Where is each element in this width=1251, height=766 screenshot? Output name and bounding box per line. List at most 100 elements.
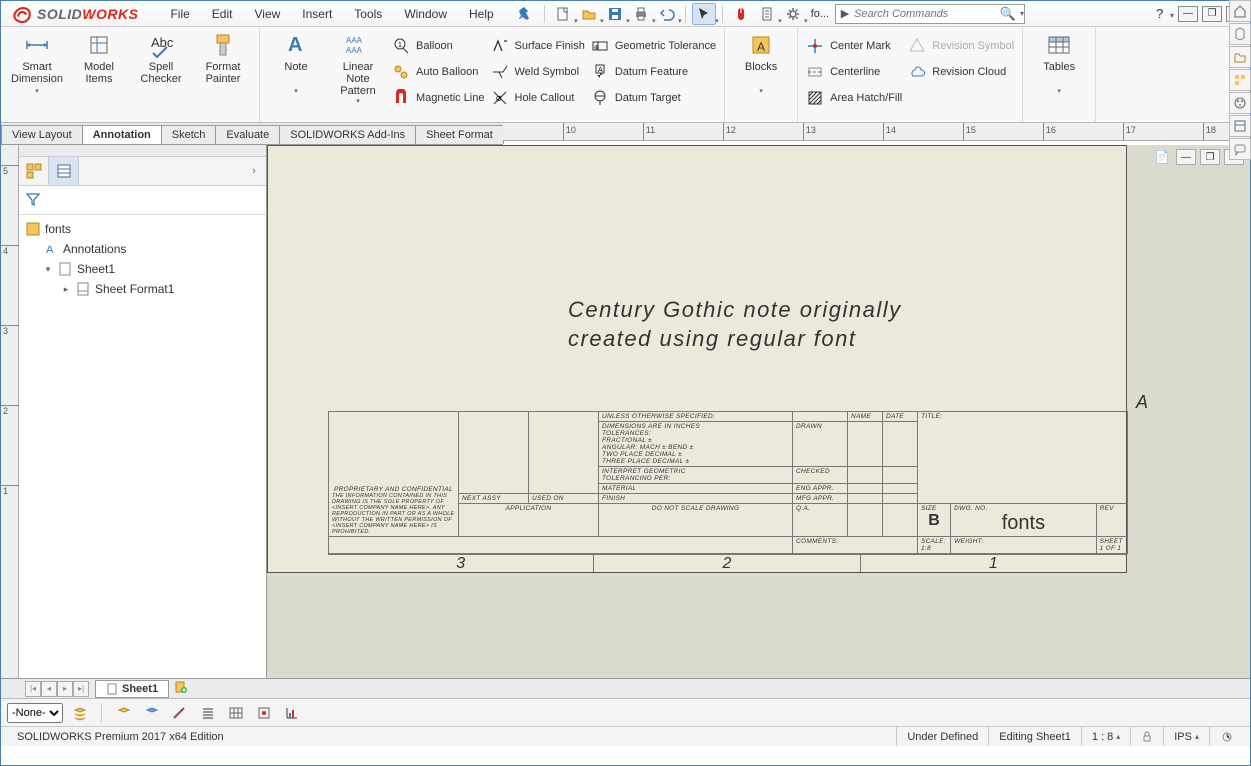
svg-text:1: 1 — [398, 42, 402, 49]
svg-text:A: A — [46, 244, 54, 256]
rebuild-button[interactable] — [755, 3, 779, 25]
svg-text:⊕: ⊕ — [594, 45, 599, 51]
sheet-nav-last[interactable]: ▸| — [73, 681, 89, 697]
line-style-icon[interactable] — [169, 702, 191, 724]
pin-icon[interactable] — [514, 3, 538, 25]
revision-cloud-button[interactable]: Revision Cloud — [908, 61, 1014, 83]
tree-root[interactable]: fonts — [25, 219, 260, 239]
format-painter-button[interactable]: Format Painter — [195, 31, 251, 96]
tab-evaluate[interactable]: Evaluate — [215, 125, 280, 144]
search-input[interactable] — [854, 8, 999, 20]
svg-text:Ø: Ø — [496, 96, 502, 103]
tree-sheet1[interactable]: ▾Sheet1 — [25, 259, 260, 279]
select-button[interactable] — [692, 3, 716, 25]
tree-sheet-format[interactable]: ▸Sheet Format1 — [25, 279, 260, 299]
menu-insert[interactable]: Insert — [292, 4, 342, 24]
dimension-icon[interactable] — [253, 702, 275, 724]
svg-text:A: A — [288, 34, 302, 56]
menu-tools[interactable]: Tools — [344, 4, 392, 24]
sidetab-property-icon[interactable] — [1229, 115, 1251, 137]
layer-props-icon[interactable] — [69, 702, 91, 724]
tree-tab-feature[interactable] — [19, 157, 49, 185]
note-button[interactable]: ANote▾ — [268, 31, 324, 113]
new-button[interactable] — [551, 3, 575, 25]
drawing-note[interactable]: Century Gothic note originally created u… — [568, 296, 902, 353]
tables-button[interactable]: Tables▾ — [1031, 31, 1087, 96]
sidetab-appearance-icon[interactable] — [1229, 92, 1251, 114]
status-zoom[interactable]: 1 : 8▴ — [1081, 727, 1130, 746]
undo-button[interactable] — [655, 3, 679, 25]
datum-feature-button[interactable]: ADatum Feature — [591, 61, 716, 83]
line-color-icon[interactable] — [113, 702, 135, 724]
area-hatch-button[interactable]: Area Hatch/Fill — [806, 87, 902, 109]
menu-window[interactable]: Window — [394, 4, 457, 24]
status-editing: Editing Sheet1 — [988, 727, 1081, 746]
line-thickness-icon[interactable] — [141, 702, 163, 724]
horizontal-ruler: 10 11 12 13 14 15 16 17 18 — [503, 123, 1250, 141]
status-rebuild-icon[interactable] — [1209, 727, 1244, 746]
geometric-tolerance-button[interactable]: ⊕Geometric Tolerance — [591, 35, 716, 57]
linear-note-pattern-button[interactable]: AAAAAALinear Note Pattern▾ — [330, 31, 386, 113]
status-lock-icon[interactable] — [1130, 727, 1163, 746]
solidworks-icon — [11, 3, 33, 25]
layer-select[interactable]: -None- — [7, 703, 63, 723]
weld-symbol-button[interactable]: Weld Symbol — [491, 61, 585, 83]
datum-target-button[interactable]: Datum Target — [591, 87, 716, 109]
tree-expand-icon[interactable]: › — [242, 157, 266, 185]
add-sheet-button[interactable] — [169, 680, 193, 697]
tab-view-layout[interactable]: View Layout — [1, 125, 83, 144]
mdi-restore-button[interactable]: ❐ — [1200, 149, 1220, 165]
tab-annotation[interactable]: Annotation — [82, 125, 162, 144]
mdi-minimize-button[interactable]: — — [1176, 149, 1196, 165]
hole-callout-button[interactable]: ØHole Callout — [491, 87, 585, 109]
mouse-icon[interactable] — [729, 3, 753, 25]
drawing-canvas[interactable]: 🔍 🔲 🔎 👁 📄 — ❐ ✕ Century Gothic note orig… — [267, 145, 1250, 678]
search-run-icon: ▶ — [836, 7, 854, 20]
menu-view[interactable]: View — [244, 4, 290, 24]
mdi-text-icon[interactable]: 📄 — [1152, 149, 1172, 165]
tree-tab-property[interactable] — [49, 157, 79, 185]
auto-balloon-button[interactable]: Auto Balloon — [392, 61, 485, 83]
options-button[interactable] — [781, 3, 805, 25]
status-under-defined: Under Defined — [896, 727, 988, 746]
surface-finish-button[interactable]: Surface Finish — [491, 35, 585, 57]
sheet-nav-next[interactable]: ▸ — [57, 681, 73, 697]
minimize-button[interactable]: — — [1178, 6, 1198, 22]
menu-file[interactable]: File — [160, 4, 199, 24]
sheet-tab-1[interactable]: Sheet1 — [95, 680, 169, 698]
tree-annotations[interactable]: AAnnotations — [25, 239, 260, 259]
sheet-nav-first[interactable]: |◂ — [25, 681, 41, 697]
model-items-button[interactable]: Model Items — [71, 31, 127, 96]
paragraph-icon[interactable] — [197, 702, 219, 724]
magnetic-line-button[interactable]: Magnetic Line — [392, 87, 485, 109]
filter-icon[interactable] — [23, 190, 43, 208]
blocks-button[interactable]: ABlocks▾ — [733, 31, 789, 96]
sidetab-explorer-icon[interactable] — [1229, 46, 1251, 68]
spell-checker-button[interactable]: AbcSpell Checker — [133, 31, 189, 96]
tab-addins[interactable]: SOLIDWORKS Add-Ins — [279, 125, 416, 144]
restore-button[interactable]: ❐ — [1202, 6, 1222, 22]
help-button[interactable]: ? ▾ — [1156, 6, 1174, 21]
save-button[interactable] — [603, 3, 627, 25]
menu-edit[interactable]: Edit — [202, 4, 243, 24]
menu-help[interactable]: Help — [459, 4, 504, 24]
search-icon[interactable]: 🔍 — [999, 6, 1017, 22]
sidetab-home-icon[interactable] — [1229, 0, 1251, 22]
chart-icon[interactable] — [281, 702, 303, 724]
tab-sketch[interactable]: Sketch — [161, 125, 217, 144]
sidetab-palette-icon[interactable] — [1229, 69, 1251, 91]
print-button[interactable] — [629, 3, 653, 25]
centerline-button[interactable]: Centerline — [806, 61, 902, 83]
sidetab-forum-icon[interactable] — [1229, 138, 1251, 160]
open-button[interactable] — [577, 3, 601, 25]
center-mark-button[interactable]: Center Mark — [806, 35, 902, 57]
smart-dimension-button[interactable]: Smart Dimension▾ — [9, 31, 65, 96]
balloon-button[interactable]: 1Balloon — [392, 35, 485, 57]
tab-sheet-format[interactable]: Sheet Format — [415, 125, 504, 144]
sheet-nav-prev[interactable]: ◂ — [41, 681, 57, 697]
grid-icon[interactable] — [225, 702, 247, 724]
svg-text:AAA: AAA — [346, 46, 363, 55]
search-commands[interactable]: ▶ 🔍▾ — [835, 4, 1025, 24]
sidetab-library-icon[interactable] — [1229, 23, 1251, 45]
status-units[interactable]: IPS▴ — [1163, 727, 1209, 746]
